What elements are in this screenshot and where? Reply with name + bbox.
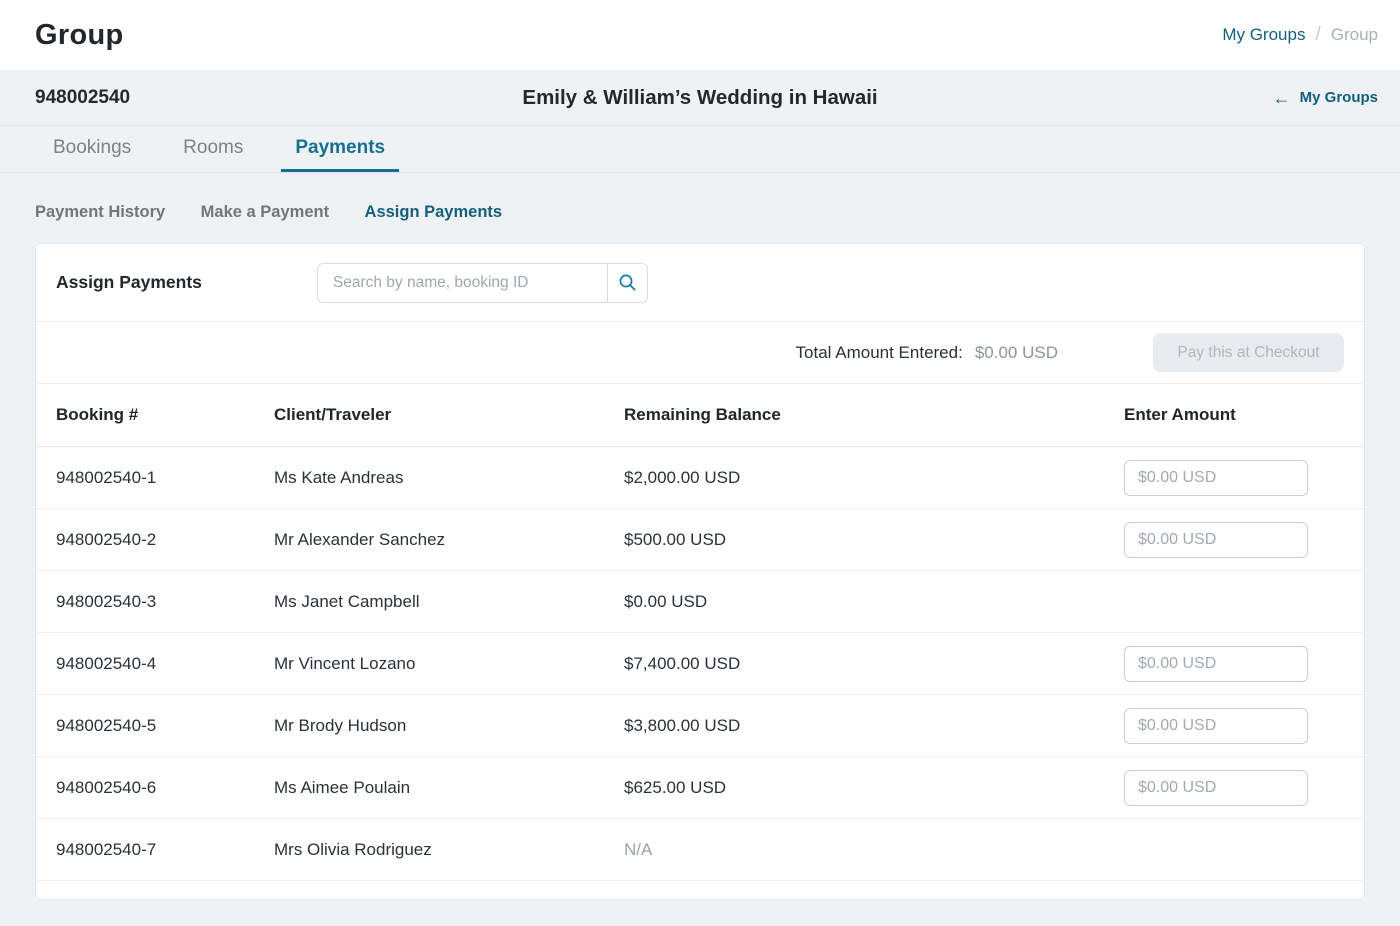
table-row: 948002540-2 Mr Alexander Sanchez $500.00… [36,509,1364,571]
group-id: 948002540 [35,87,130,109]
assign-payments-panel: Assign Payments Total Amount Entered: $0… [35,243,1365,900]
booking-number: 948002540-1 [56,468,274,488]
booking-number: 948002540-3 [56,592,274,612]
remaining-balance: $625.00 USD [624,778,1124,798]
total-summary-row: Total Amount Entered: $0.00 USD Pay this… [36,322,1364,384]
tab-payments[interactable]: Payments [281,126,399,172]
booking-number: 948002540-2 [56,530,274,550]
panel-title: Assign Payments [56,272,202,293]
group-title: Emily & William’s Wedding in Hawaii [0,86,1400,110]
remaining-balance: $500.00 USD [624,530,1124,550]
table-row: 948002540-5 Mr Brody Hudson $3,800.00 US… [36,695,1364,757]
search-box [317,263,648,303]
client-name: Mr Brody Hudson [274,716,624,736]
table-row: 948002540-4 Mr Vincent Lozano $7,400.00 … [36,633,1364,695]
panel-header: Assign Payments [36,244,1364,322]
table-row: 948002540-6 Ms Aimee Poulain $625.00 USD [36,757,1364,819]
table-row: 948002540-1 Ms Kate Andreas $2,000.00 US… [36,447,1364,509]
remaining-balance: $2,000.00 USD [624,468,1124,488]
booking-number: 948002540-5 [56,716,274,736]
panel-footer [36,881,1364,899]
booking-number: 948002540-6 [56,778,274,798]
client-name: Mr Alexander Sanchez [274,530,624,550]
remaining-balance: $0.00 USD [624,592,1124,612]
search-button[interactable] [607,264,647,302]
pay-at-checkout-button[interactable]: Pay this at Checkout [1153,333,1344,372]
table-header: Booking # Client/Traveler Remaining Bala… [36,384,1364,447]
back-to-my-groups-link[interactable]: ← My Groups [1273,89,1378,107]
left-arrow-icon: ← [1273,89,1291,107]
client-name: Mr Vincent Lozano [274,654,624,674]
amount-input[interactable] [1124,460,1308,496]
tab-rooms[interactable]: Rooms [169,126,257,172]
subtab-payment-history[interactable]: Payment History [35,203,165,222]
group-subheader: 948002540 Emily & William’s Wedding in H… [0,70,1400,126]
table-row: 948002540-7 Mrs Olivia Rodriguez N/A [36,819,1364,881]
client-name: Ms Kate Andreas [274,468,624,488]
search-input[interactable] [318,264,607,302]
breadcrumb: My Groups / Group [1222,24,1378,46]
amount-input[interactable] [1124,646,1308,682]
breadcrumb-separator: / [1315,24,1320,46]
total-amount-value: $0.00 USD [975,343,1058,363]
back-link-label: My Groups [1300,89,1378,106]
subtab-assign-payments[interactable]: Assign Payments [365,203,503,222]
top-header: Group My Groups / Group [0,0,1400,70]
search-icon [618,273,637,292]
client-name: Mrs Olivia Rodriguez [274,840,624,860]
client-name: Ms Janet Campbell [274,592,624,612]
table-row: 948002540-3 Ms Janet Campbell $0.00 USD [36,571,1364,633]
amount-input[interactable] [1124,770,1308,806]
amount-input[interactable] [1124,708,1308,744]
column-header-enter-amount: Enter Amount [1124,405,1344,425]
tab-bookings[interactable]: Bookings [39,126,145,172]
main-tabs: Bookings Rooms Payments [0,126,1400,173]
page-title: Group [35,19,124,52]
remaining-balance: $7,400.00 USD [624,654,1124,674]
booking-number: 948002540-7 [56,840,274,860]
breadcrumb-current: Group [1331,25,1378,45]
payment-subtabs: Payment History Make a Payment Assign Pa… [0,173,1400,222]
client-name: Ms Aimee Poulain [274,778,624,798]
total-amount-label: Total Amount Entered: [796,343,963,363]
subtab-make-a-payment[interactable]: Make a Payment [201,203,329,222]
breadcrumb-my-groups-link[interactable]: My Groups [1222,25,1305,45]
booking-number: 948002540-4 [56,654,274,674]
column-header-booking: Booking # [56,405,274,425]
remaining-balance: N/A [624,840,1124,860]
amount-input[interactable] [1124,522,1308,558]
column-header-client: Client/Traveler [274,405,624,425]
column-header-balance: Remaining Balance [624,405,1124,425]
remaining-balance: $3,800.00 USD [624,716,1124,736]
